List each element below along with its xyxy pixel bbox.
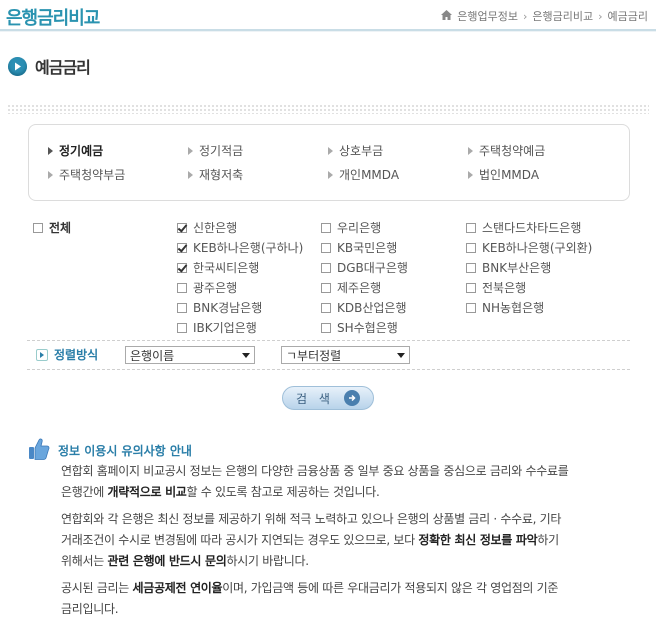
checkbox[interactable] xyxy=(466,302,476,313)
notice-header: 정보 이용시 유의사항 안내 xyxy=(28,437,192,464)
bank-checkbox-dgb-daegu[interactable]: DGB대구은행 xyxy=(321,259,408,276)
notice-body: 연합회 홈페이지 비교공시 정보는 은행의 다양한 금융상품 중 일부 중요 상… xyxy=(61,461,641,620)
triangle-bullet-icon xyxy=(468,170,473,179)
divider-dashed xyxy=(27,369,630,370)
bank-checkbox-sh-suhyup[interactable]: SH수협은행 xyxy=(321,319,398,336)
arrow-box-icon xyxy=(36,348,48,361)
bank-checkbox-keb-hana[interactable]: KEB하나은행(구하나) xyxy=(177,239,303,256)
bank-checkbox-bnk-busan[interactable]: BNK부산은행 xyxy=(466,259,551,276)
breadcrumb-item-deposit-rate: 예금금리 xyxy=(607,10,648,23)
checkbox[interactable] xyxy=(177,322,187,333)
notice-paragraph: 연합회와 각 은행은 최신 정보를 제공하기 위해 적극 노력하고 있으나 은행… xyxy=(61,512,562,568)
checkbox-checked[interactable] xyxy=(177,262,187,273)
dropdown-arrow-icon xyxy=(242,352,250,358)
arrow-circle-icon xyxy=(8,56,27,76)
bank-checkbox-jeju[interactable]: 제주은행 xyxy=(321,279,381,296)
triangle-bullet-icon xyxy=(48,146,53,155)
product-tab-corporate-mmda[interactable]: 법인MMDA xyxy=(468,166,539,183)
breadcrumb-separator: › xyxy=(598,9,603,23)
checkbox[interactable] xyxy=(321,282,331,293)
bank-checkbox-nh-nonghyup[interactable]: NH농협은행 xyxy=(466,299,544,316)
divider-dashed xyxy=(27,340,630,341)
product-type-box xyxy=(28,124,630,201)
product-tab-time-deposit[interactable]: 정기예금 xyxy=(48,142,103,159)
bank-checkbox-keb-hana-exchange[interactable]: KEB하나은행(구외환) xyxy=(466,239,592,256)
checkbox[interactable] xyxy=(33,222,43,233)
bank-checkbox-ibk[interactable]: IBK기업은행 xyxy=(177,319,257,336)
sort-field-select[interactable]: 은행이름 xyxy=(125,346,255,364)
bank-checkbox-kdb[interactable]: KDB산업은행 xyxy=(321,299,407,316)
bank-checkbox-bnk-gyeongnam[interactable]: BNK경남은행 xyxy=(177,299,262,316)
checkbox[interactable] xyxy=(466,242,476,253)
site-title: 은행금리비교 xyxy=(6,8,100,29)
breadcrumb-item-rate-compare[interactable]: 은행금리비교 xyxy=(532,8,593,24)
page-title-wrap: 예금금리 xyxy=(8,54,91,78)
triangle-bullet-icon xyxy=(188,170,193,179)
product-tab-personal-mmda[interactable]: 개인MMDA xyxy=(328,166,399,183)
product-tab-asset-building-savings[interactable]: 재형저축 xyxy=(188,166,243,183)
breadcrumb: 은행업무정보 › 은행금리비교 › 예금금리 xyxy=(441,8,648,24)
breadcrumb-separator: › xyxy=(522,9,528,23)
product-tab-housing-subscription-installment[interactable]: 주택청약부금 xyxy=(48,166,125,183)
triangle-bullet-icon xyxy=(188,146,193,155)
product-tab-housing-subscription-deposit[interactable]: 주택청약예금 xyxy=(468,142,545,159)
bank-checkbox-gwangju[interactable]: 광주은행 xyxy=(177,279,237,296)
bank-checkbox-citi[interactable]: 한국씨티은행 xyxy=(177,259,259,276)
checkbox[interactable] xyxy=(321,242,331,253)
page-title: 예금금리 xyxy=(35,58,91,77)
bank-checkbox-shinhan[interactable]: 신한은행 xyxy=(177,219,237,236)
sort-label: 정렬방식 xyxy=(36,346,98,363)
sort-order-select[interactable]: ㄱ부터정렬 xyxy=(281,346,410,364)
notice-title: 정보 이용시 유의사항 안내 xyxy=(58,444,192,458)
bank-checkbox-kb-kookmin[interactable]: KB국민은행 xyxy=(321,239,397,256)
breadcrumb-item-bank-info[interactable]: 은행업무정보 xyxy=(457,8,518,24)
product-tab-mutual-installment[interactable]: 상호부금 xyxy=(328,142,383,159)
checkbox[interactable] xyxy=(177,302,187,313)
checkbox[interactable] xyxy=(321,322,331,333)
arrow-right-icon xyxy=(343,390,360,406)
home-icon[interactable] xyxy=(441,9,453,23)
triangle-bullet-icon xyxy=(468,146,473,155)
checkbox[interactable] xyxy=(466,222,476,233)
triangle-bullet-icon xyxy=(328,146,333,155)
search-button[interactable]: 검 색 xyxy=(282,386,374,410)
checkbox-checked[interactable] xyxy=(177,242,187,253)
bank-checkbox-all[interactable]: 전체 xyxy=(33,219,71,236)
bank-checkbox-jeonbuk[interactable]: 전북은행 xyxy=(466,279,526,296)
header-divider-shadow xyxy=(0,31,656,32)
product-tab-installment-savings[interactable]: 정기적금 xyxy=(188,142,243,159)
checkbox[interactable] xyxy=(466,282,476,293)
notice-paragraph: 연합회 홈페이지 비교공시 정보는 은행의 다양한 금융상품 중 일부 중요 상… xyxy=(61,464,569,499)
thumbs-up-icon xyxy=(28,437,50,464)
notice-paragraph: 공시된 금리는 세금공제전 연이율이며, 가입금액 등에 따른 우대금리가 적용… xyxy=(61,581,559,616)
triangle-bullet-icon xyxy=(48,170,53,179)
checkbox[interactable] xyxy=(321,262,331,273)
dotted-band xyxy=(7,104,649,114)
checkbox[interactable] xyxy=(321,222,331,233)
bank-checkbox-standard-chartered[interactable]: 스탠다드차타드은행 xyxy=(466,219,581,236)
dropdown-arrow-icon xyxy=(397,352,405,358)
triangle-bullet-icon xyxy=(328,170,333,179)
bank-checkbox-woori[interactable]: 우리은행 xyxy=(321,219,381,236)
checkbox[interactable] xyxy=(466,262,476,273)
checkbox[interactable] xyxy=(177,282,187,293)
checkbox[interactable] xyxy=(321,302,331,313)
checkbox-checked[interactable] xyxy=(177,222,187,233)
